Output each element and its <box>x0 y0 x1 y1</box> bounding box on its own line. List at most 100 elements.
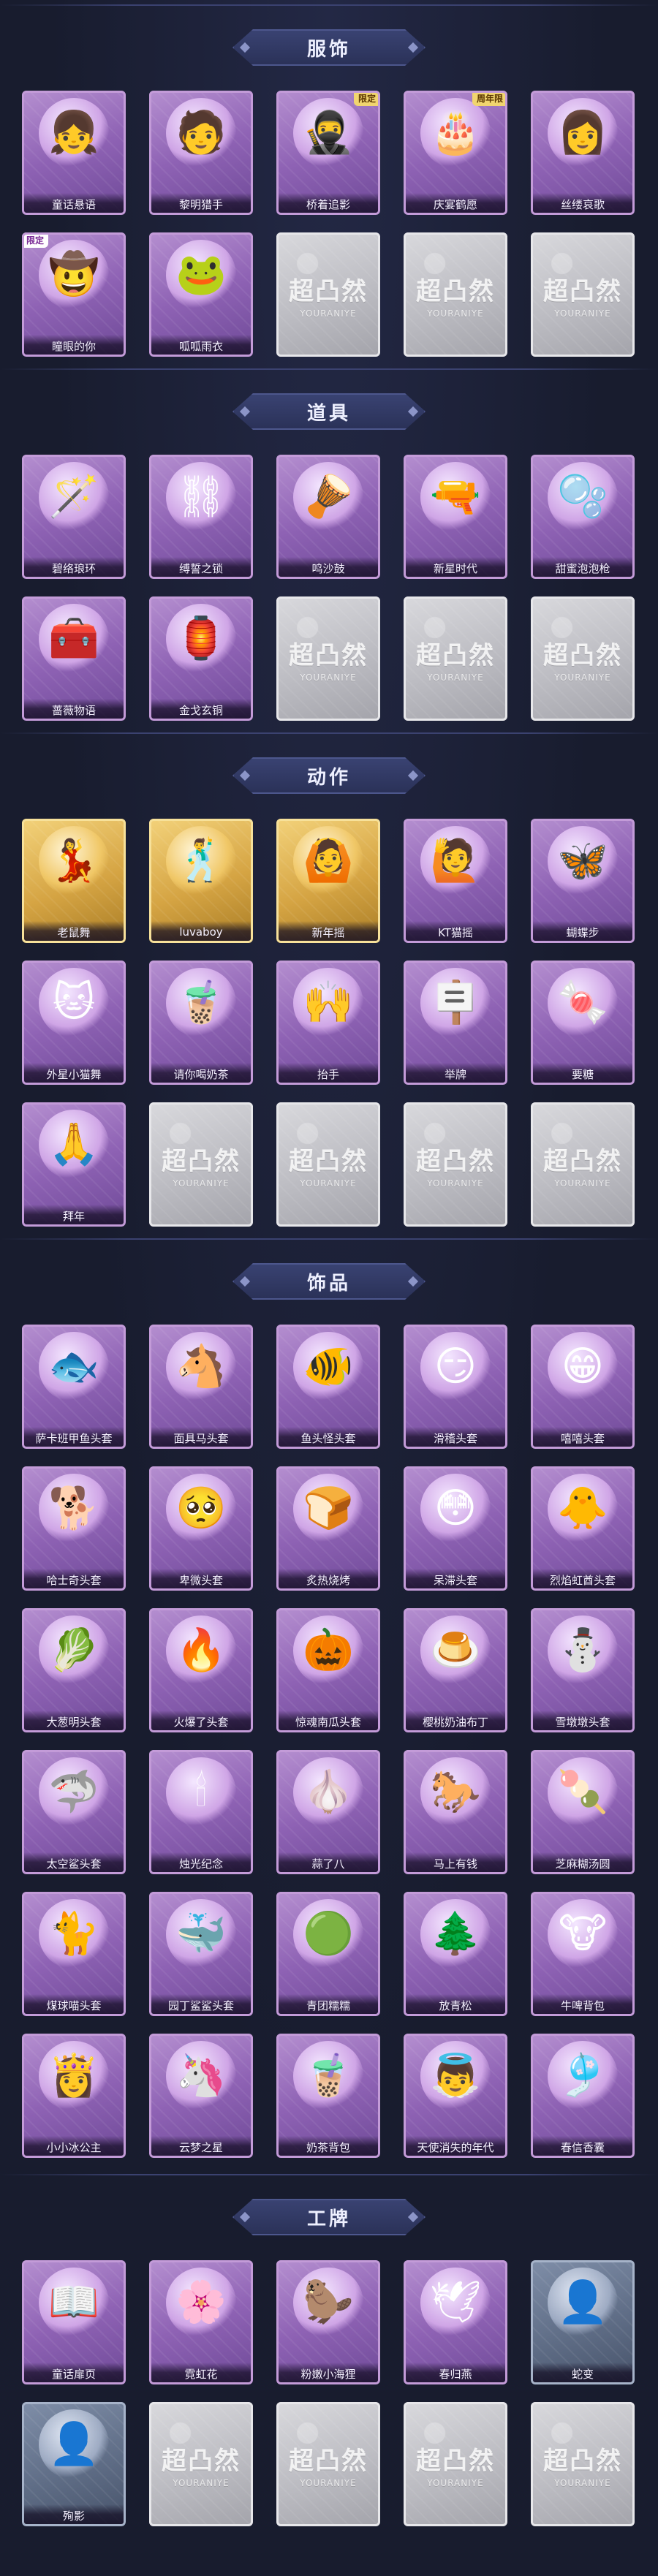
item-card[interactable]: 🐳 园丁鲨鲨头套 <box>149 1892 253 2016</box>
item-card[interactable]: 🐠 鱼头怪头套 <box>276 1325 380 1449</box>
item-card[interactable]: 🥬 大葱明头套 <box>22 1608 126 1732</box>
locked-item-card[interactable]: 超凸然 YOURANIYE <box>404 1102 507 1227</box>
item-card[interactable]: 🐥 烈焰虹酋头套 <box>531 1466 635 1591</box>
item-card[interactable]: 🍬 要糖 <box>531 961 635 1085</box>
item-card[interactable]: 💃 老鼠舞 <box>22 819 126 943</box>
locked-item-card[interactable]: 超凸然 YOURANIYE <box>531 1102 635 1227</box>
item-card[interactable]: 🐱 外星小猫舞 <box>22 961 126 1085</box>
item-card[interactable]: 🎐 春信香囊 <box>531 2034 635 2158</box>
item-card[interactable]: 🪄 碧络琅环 <box>22 455 126 579</box>
card-frame <box>149 1325 253 1449</box>
item-card[interactable]: 🙏 拜年 <box>22 1102 126 1227</box>
item-card[interactable]: 👸 小小冰公主 <box>22 2034 126 2158</box>
item-card[interactable]: 👧 童话悬语 <box>22 91 126 215</box>
item-card[interactable]: 🍮 樱桃奶油布丁 <box>404 1608 507 1732</box>
card-frame <box>404 455 507 579</box>
card-frame <box>531 2402 635 2526</box>
locked-item-card[interactable]: 超凸然 YOURANIYE <box>404 596 507 721</box>
locked-item-card[interactable]: 超凸然 YOURANIYE <box>531 2402 635 2526</box>
item-card[interactable]: 🕊 春归燕 <box>404 2260 507 2384</box>
item-card[interactable]: 👤 殉影 <box>22 2402 126 2526</box>
card-frame <box>404 819 507 943</box>
section-0: 服饰 👧 童话悬语 🧑 黎明猎手 🥷 桥着追影 限定 🎂 庆宴鹤愿 周年限 👩 丝缕哀歌 🤠 瞳眼的你 限定 🐸… <box>0 4 658 374</box>
locked-item-card[interactable]: 超凸然 YOURANIYE <box>276 232 380 357</box>
item-card[interactable]: 🐴 面具马头套 <box>149 1325 253 1449</box>
card-frame <box>276 1466 380 1591</box>
item-card[interactable]: 🔫 新星时代 <box>404 455 507 579</box>
item-card[interactable]: 🎂 庆宴鹤愿 周年限 <box>404 91 507 215</box>
card-frame <box>149 1102 253 1227</box>
item-card[interactable]: 🔥 火爆了头套 <box>149 1608 253 1732</box>
item-card[interactable]: 🌸 霓虹花 <box>149 2260 253 2384</box>
item-card[interactable]: 🦋 蝴蝶步 <box>531 819 635 943</box>
card-frame <box>149 232 253 357</box>
item-card[interactable]: 👼 天使消失的年代 <box>404 2034 507 2158</box>
item-card[interactable]: 📖 童话扉页 <box>22 2260 126 2384</box>
item-card[interactable]: 😁 嘻嘻头套 <box>531 1325 635 1449</box>
card-frame <box>404 91 507 215</box>
item-card[interactable]: 🦈 太空鲨头套 <box>22 1750 126 1874</box>
item-card[interactable]: 🙋 KT猫摇 <box>404 819 507 943</box>
item-card[interactable]: 😏 滑稽头套 <box>404 1325 507 1449</box>
item-card[interactable]: 🤠 瞳眼的你 限定 <box>22 232 126 357</box>
item-card[interactable]: 🧄 蒜了八 <box>276 1750 380 1874</box>
locked-item-card[interactable]: 超凸然 YOURANIYE <box>276 596 380 721</box>
item-card[interactable]: 🐸 呱呱雨衣 <box>149 232 253 357</box>
locked-item-card[interactable]: 超凸然 YOURANIYE <box>531 596 635 721</box>
card-frame <box>276 455 380 579</box>
item-card[interactable]: 🧋 奶茶背包 <box>276 2034 380 2158</box>
card-frame <box>531 819 635 943</box>
item-card[interactable]: 👤 蛇变 <box>531 2260 635 2384</box>
item-card[interactable]: 🥺 卑微头套 <box>149 1466 253 1591</box>
item-card[interactable]: 🥷 桥着追影 限定 <box>276 91 380 215</box>
section-title: 道具 <box>232 393 426 430</box>
card-frame <box>276 91 380 215</box>
card-frame <box>276 1608 380 1732</box>
item-card[interactable]: 🙆 新年摇 <box>276 819 380 943</box>
item-card[interactable]: 🕺 luvaboy <box>149 819 253 943</box>
card-frame <box>22 819 126 943</box>
item-card[interactable]: 🦫 粉嫩小海狸 <box>276 2260 380 2384</box>
item-card[interactable]: 🎃 惊魂南瓜头套 <box>276 1608 380 1732</box>
item-card[interactable]: 🦄 云梦之星 <box>149 2034 253 2158</box>
item-card[interactable]: 🐎 马上有钱 <box>404 1750 507 1874</box>
item-card[interactable]: 🐈 煤球喵头套 <box>22 1892 126 2016</box>
item-card[interactable]: 🪘 鸣沙鼓 <box>276 455 380 579</box>
locked-item-card[interactable]: 超凸然 YOURANIYE <box>404 2402 507 2526</box>
item-card[interactable]: 🏮 金戈玄铜 <box>149 596 253 721</box>
card-frame <box>276 232 380 357</box>
card-frame <box>22 2260 126 2384</box>
item-card[interactable]: 🐮 牛啤背包 <box>531 1892 635 2016</box>
item-card[interactable]: 👩 丝缕哀歌 <box>531 91 635 215</box>
card-frame <box>149 455 253 579</box>
card-frame <box>149 91 253 215</box>
card-frame <box>276 961 380 1085</box>
item-card[interactable]: 🐕 哈士奇头套 <box>22 1466 126 1591</box>
item-card[interactable]: 😳 呆滞头套 <box>404 1466 507 1591</box>
item-card[interactable]: 🟢 青团糯糯 <box>276 1892 380 2016</box>
item-card[interactable]: 🌲 放青松 <box>404 1892 507 2016</box>
item-card[interactable]: 🧑 黎明猎手 <box>149 91 253 215</box>
locked-item-card[interactable]: 超凸然 YOURANIYE <box>149 1102 253 1227</box>
locked-item-card[interactable]: 超凸然 YOURANIYE <box>276 1102 380 1227</box>
item-card[interactable]: 🐟 萨卡班甲鱼头套 <box>22 1325 126 1449</box>
card-frame <box>531 1750 635 1874</box>
item-card[interactable]: ⛓ 缚誓之锁 <box>149 455 253 579</box>
item-card[interactable]: 🪧 举牌 <box>404 961 507 1085</box>
item-card[interactable]: 🫧 甜蜜泡泡枪 <box>531 455 635 579</box>
card-frame <box>22 91 126 215</box>
locked-item-card[interactable]: 超凸然 YOURANIYE <box>149 2402 253 2526</box>
item-card[interactable]: 🍞 炙热烧烤 <box>276 1466 380 1591</box>
item-card[interactable]: 🍡 芝麻糊汤圆 <box>531 1750 635 1874</box>
card-frame <box>404 596 507 721</box>
locked-item-card[interactable]: 超凸然 YOURANIYE <box>531 232 635 357</box>
card-frame <box>149 1892 253 2016</box>
item-card[interactable]: 🧋 请你喝奶茶 <box>149 961 253 1085</box>
item-card[interactable]: ⛄ 雪墩墩头套 <box>531 1608 635 1732</box>
item-card[interactable]: 🧰 蔷薇物语 <box>22 596 126 721</box>
item-card[interactable]: 🕯 烛光纪念 <box>149 1750 253 1874</box>
locked-item-card[interactable]: 超凸然 YOURANIYE <box>276 2402 380 2526</box>
locked-item-card[interactable]: 超凸然 YOURANIYE <box>404 232 507 357</box>
item-card[interactable]: 🙌 抬手 <box>276 961 380 1085</box>
section-title: 服饰 <box>232 29 426 66</box>
